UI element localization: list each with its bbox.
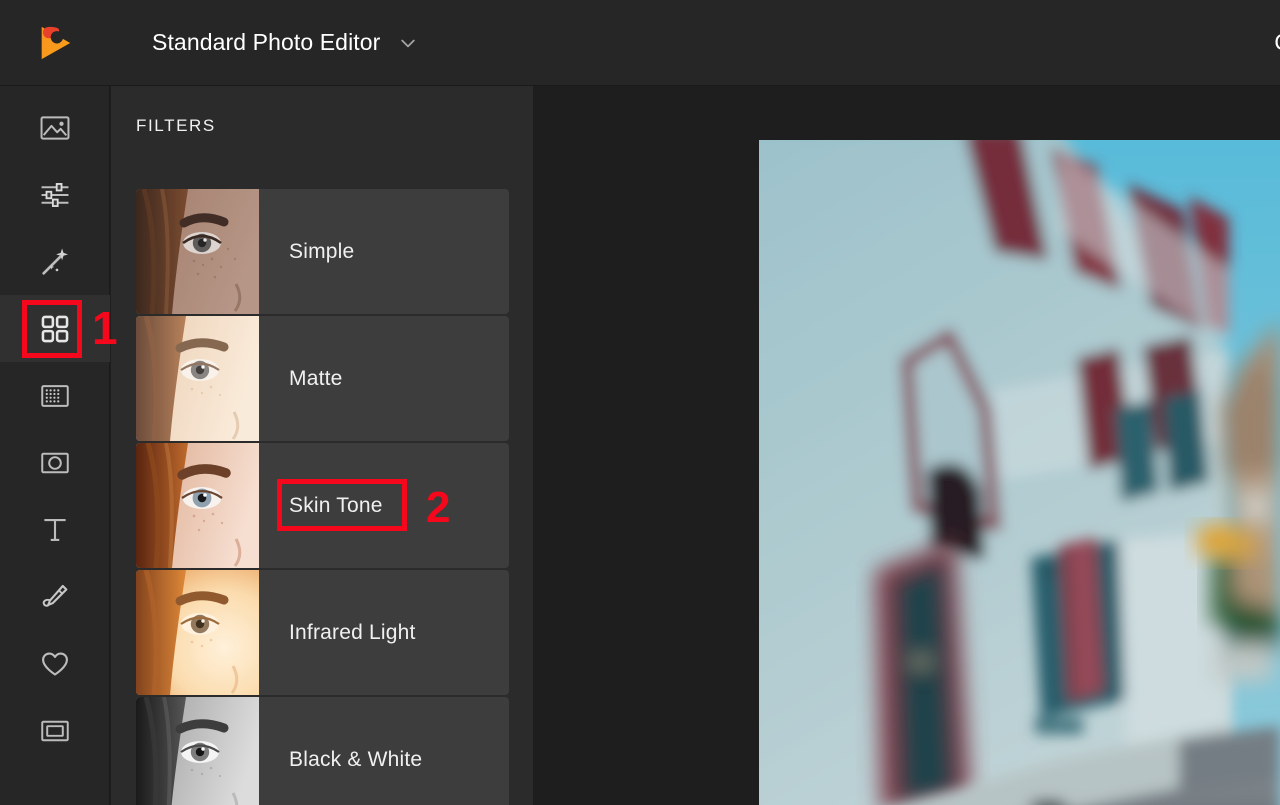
portrait-thumb-simple [136,189,259,314]
vignette-icon [38,446,72,480]
text-t-icon [38,513,72,547]
filter-label-wrap: Infrared Light [259,570,509,695]
rail-item-frame[interactable] [0,697,110,764]
frame-icon [38,714,72,748]
filter-thumbnail [136,189,259,314]
photo-editor-app: Standard Photo Editor Op [0,0,1280,805]
pen-icon [38,580,72,614]
filter-label: Skin Tone [289,494,383,518]
filter-thumbnail [136,697,259,805]
panel-title: FILTERS [111,86,533,136]
rail-item-favorites[interactable] [0,630,110,697]
filter-thumbnail [136,316,259,441]
portrait-thumb-skin-tone [136,443,259,568]
rail-item-text[interactable] [0,496,110,563]
filter-item-black-and-white[interactable]: Black & White [136,697,509,805]
portrait-thumb-bw [136,697,259,805]
app-logo [0,0,110,86]
filters-panel: FILTERS [111,86,533,805]
filter-thumbnail [136,570,259,695]
chevron-down-icon[interactable] [398,33,418,53]
grid-squares-icon [38,312,72,346]
photo-editor-logo-icon [36,24,74,62]
filter-label-wrap: Skin Tone [259,443,509,568]
rail-item-vignette[interactable] [0,429,110,496]
filter-thumbnail [136,443,259,568]
portrait-thumb-matte [136,316,259,441]
tool-rail [0,86,110,805]
app-title-dropdown[interactable]: Standard Photo Editor [152,29,418,56]
rail-item-enhance[interactable] [0,228,110,295]
photo-canvas[interactable] [533,86,1280,805]
filter-item-infrared-light[interactable]: Infrared Light [136,570,509,695]
filter-label-wrap: Black & White [259,697,509,805]
filter-item-skin-tone[interactable]: Skin Tone [136,443,509,568]
open-button[interactable]: Op [1274,29,1280,56]
filter-item-matte[interactable]: Matte [136,316,509,441]
portrait-thumb-infrared [136,570,259,695]
filter-label: Black & White [289,748,422,772]
rail-item-adjust[interactable] [0,161,110,228]
filter-item-simple[interactable]: Simple [136,189,509,314]
filter-label-wrap: Matte [259,316,509,441]
app-header: Standard Photo Editor Op [0,0,1280,86]
edited-photo [759,140,1280,805]
sliders-icon [38,178,72,212]
filter-label-wrap: Simple [259,189,509,314]
heart-icon [38,647,72,681]
rail-item-draw[interactable] [0,563,110,630]
photo-street-scene [759,140,1280,805]
filter-label: Infrared Light [289,621,416,645]
filter-label: Simple [289,240,354,264]
rail-item-image[interactable] [0,94,110,161]
texture-dots-icon [38,379,72,413]
filter-label: Matte [289,367,343,391]
rail-item-filters[interactable] [0,295,110,362]
magic-wand-icon [38,245,72,279]
page-title: Standard Photo Editor [152,29,380,56]
filter-list: Simple [136,189,509,805]
image-icon [38,111,72,145]
rail-item-texture[interactable] [0,362,110,429]
